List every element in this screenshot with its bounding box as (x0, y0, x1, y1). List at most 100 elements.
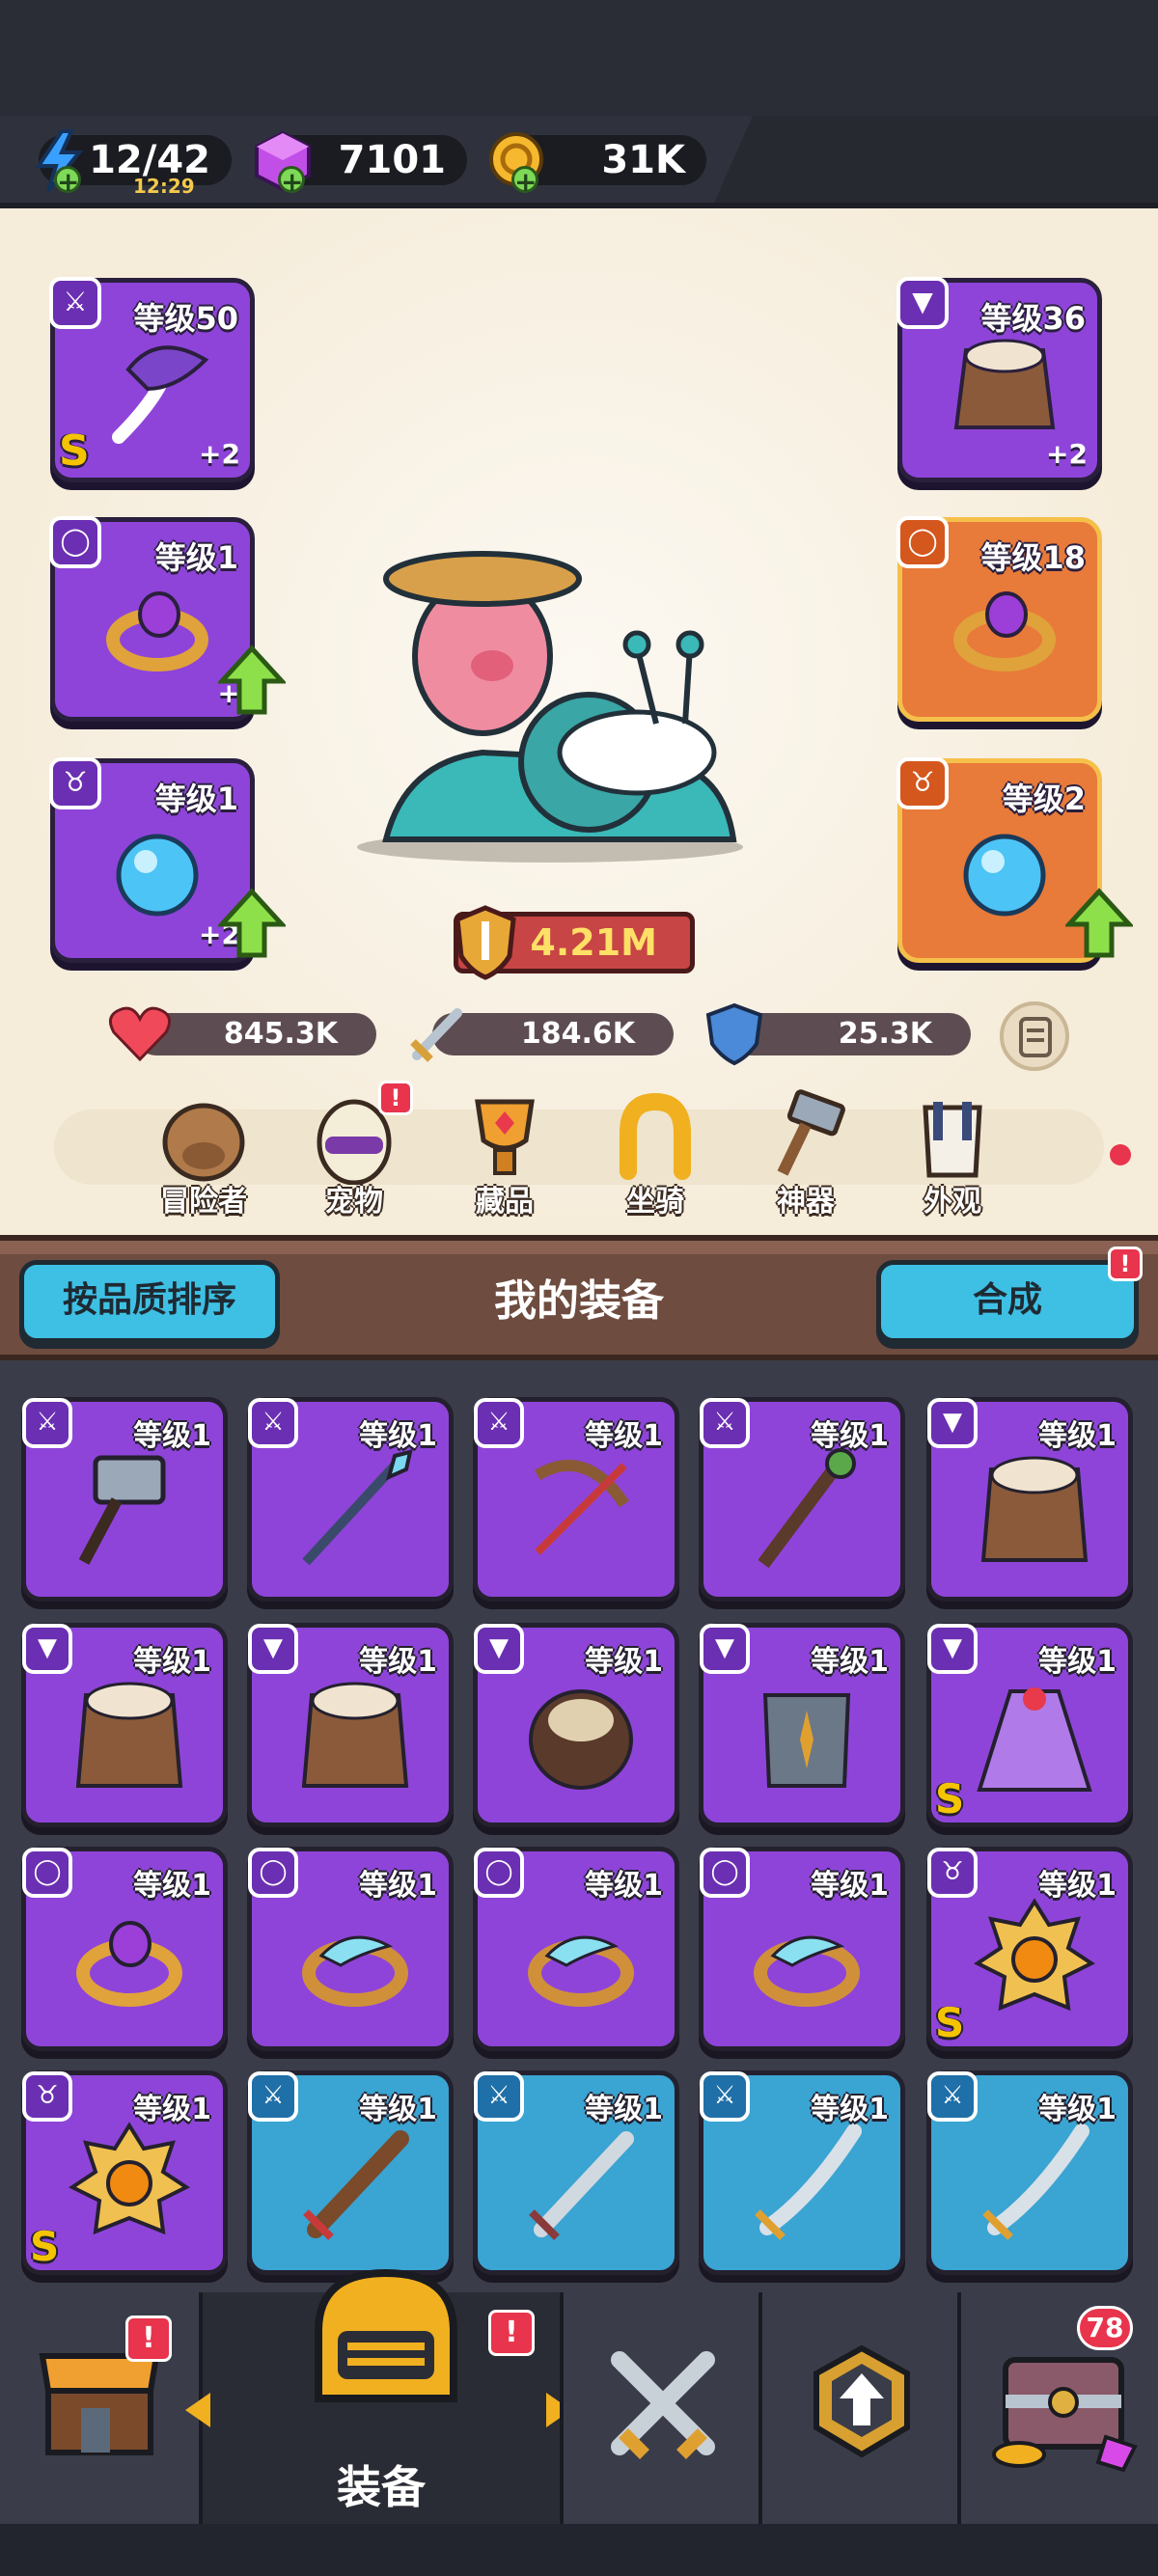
inventory-item-leather-vest[interactable]: ▼ 等级1 (926, 1397, 1133, 1602)
inventory-item-sun-amulet[interactable]: ♉ 等级1 S (926, 1847, 1133, 2051)
bottom-tab-bar: ! ! (0, 2268, 1158, 2524)
nav-appearance[interactable]: 外观 (890, 1088, 1015, 1223)
inventory-item-wood-sword[interactable]: ⚔ 等级1 (247, 2070, 454, 2275)
scimitar-icon (755, 2124, 862, 2240)
item-level: 等级1 (811, 1419, 889, 1453)
item-level: 等级1 (133, 1419, 211, 1453)
inventory-item-sun-amulet[interactable]: ♉ 等级1 S (21, 2070, 228, 2275)
inventory-item-wing-ring[interactable]: ◯ 等级1 (247, 1847, 454, 2051)
nav-adventurer[interactable]: 冒险者 (141, 1088, 266, 1223)
equipped-weapon-slot[interactable]: ⚔ 等级50 +2 S (49, 277, 255, 482)
sort-by-quality-button[interactable]: 按品质排序 (19, 1260, 280, 1343)
tab-upgrade[interactable] (758, 2292, 957, 2524)
item-level: 等级1 (359, 2093, 437, 2126)
inventory-item-gem-ring[interactable]: ◯ 等级1 (21, 1847, 228, 2051)
scroll-indicator-dot (1110, 1144, 1131, 1165)
tab-battle[interactable] (560, 2292, 758, 2524)
sword-shield-icon (455, 905, 516, 980)
weapon-type-badge: ⚔ (248, 1398, 298, 1448)
inventory-item-wing-ring[interactable]: ◯ 等级1 (699, 1847, 905, 2051)
upgrade-arrow-icon[interactable] (218, 644, 286, 716)
energy-plus-icon[interactable]: + (54, 166, 81, 196)
weapon-type-badge: ⚔ (474, 2071, 524, 2122)
inventory-item-fur-armor[interactable]: ▼ 等级1 (473, 1623, 679, 1827)
merge-alert-badge: ! (1108, 1247, 1143, 1281)
inventory-item-steel-sword[interactable]: ⚔ 等级1 (473, 2070, 679, 2275)
inventory-item-hammer[interactable]: ⚔ 等级1 (21, 1397, 228, 1602)
sun-amulet-icon (69, 2122, 190, 2235)
item-level: 等级1 (359, 1419, 437, 1453)
sun-amulet-icon (974, 1898, 1095, 2012)
equipped-ring-slot-right[interactable]: ◯ 等级18 (896, 516, 1102, 722)
shop-alert-badge: ! (125, 2316, 172, 2362)
coin-value: 31K (601, 138, 685, 182)
upgrade-arrow-icon[interactable] (218, 888, 286, 959)
nav-mount[interactable]: 坐骑 (593, 1088, 718, 1223)
weapon-type-badge: ⚔ (248, 2071, 298, 2122)
capybara-icon (162, 1103, 245, 1182)
weapon-type-badge: ⚔ (927, 2071, 978, 2122)
item-level: 等级1 (585, 2093, 663, 2126)
crystal-orb-icon (116, 834, 199, 917)
inventory-item-bow[interactable]: ⚔ 等级1 (473, 1397, 679, 1602)
inventory-item-scimitar[interactable]: ⚔ 等级1 (699, 2070, 905, 2275)
stats-detail-button[interactable] (1000, 1001, 1069, 1071)
coin-plus-icon[interactable]: + (511, 166, 538, 196)
nav-adventurer-label: 冒险者 (160, 1185, 247, 1219)
tab-shop[interactable]: ! (0, 2292, 199, 2524)
energy-timer: 12:29 (133, 175, 195, 198)
leather-vest-icon (75, 1682, 183, 1788)
system-nav-area (0, 2524, 1158, 2576)
item-level: 等级1 (1038, 2093, 1117, 2126)
inventory-item-cape[interactable]: ▼ 等级1 S (926, 1623, 1133, 1827)
treasure-chest-icon (992, 2357, 1138, 2473)
gem-plus-icon[interactable]: + (278, 166, 305, 196)
necklace-type-badge: ♉ (22, 2071, 72, 2122)
item-grade: S (935, 1999, 965, 2046)
chevron-left-icon (185, 2393, 210, 2427)
inventory-item-wing-ring[interactable]: ◯ 等级1 (473, 1847, 679, 2051)
upgrade-arrow-icon[interactable] (1065, 888, 1133, 959)
necklace-right-level: 等级2 (1002, 781, 1086, 817)
nav-appearance-label: 外观 (924, 1185, 981, 1219)
item-level: 等级1 (585, 1419, 663, 1453)
item-level: 等级1 (133, 1869, 211, 1903)
item-level: 等级1 (1038, 1869, 1117, 1903)
scimitar-icon (982, 2124, 1089, 2240)
nav-mount-label: 坐骑 (626, 1185, 684, 1219)
ring-type-badge: ◯ (22, 1848, 72, 1898)
armor-slot-badge: ▼ (896, 277, 949, 329)
item-level: 等级1 (359, 1645, 437, 1679)
resource-bar: 12/42 12:29 + 7101 + 31K + (0, 116, 1158, 208)
equipment-header-bar: 按品质排序 我的装备 合成 ! (0, 1235, 1158, 1360)
ring-type-badge: ◯ (474, 1848, 524, 1898)
item-grade: S (30, 2223, 60, 2270)
ring-right-level: 等级18 (980, 539, 1086, 576)
crystal-orb-icon (963, 834, 1046, 917)
inventory-item-leather-vest[interactable]: ▼ 等级1 (247, 1623, 454, 1827)
inventory-item-plate-armor[interactable]: ▼ 等级1 (699, 1623, 905, 1827)
item-level: 等级1 (1038, 1419, 1117, 1453)
ring-slot-badge: ◯ (49, 516, 101, 568)
inventory-item-leather-vest[interactable]: ▼ 等级1 (21, 1623, 228, 1827)
armor-type-badge: ▼ (248, 1624, 298, 1674)
ring-slot-badge: ◯ (896, 516, 949, 568)
armor-type-badge: ▼ (927, 1624, 978, 1674)
sword-icon (410, 1008, 462, 1062)
app-root: { "resources": { "energy": {"value": "12… (0, 0, 1158, 2576)
wood-sword-icon (303, 2130, 409, 2240)
nav-collection[interactable]: 藏品 (442, 1088, 567, 1223)
item-level: 等级1 (585, 1645, 663, 1679)
inventory-item-scimitar[interactable]: ⚔ 等级1 (926, 2070, 1133, 2275)
resource-bar-slant (714, 116, 1158, 203)
merge-button[interactable]: 合成 (876, 1260, 1139, 1343)
nav-artifact[interactable]: 神器 (743, 1088, 868, 1223)
inventory-item-spear[interactable]: ⚔ 等级1 (247, 1397, 454, 1602)
hammer-icon (777, 1089, 845, 1176)
inventory-item-staff[interactable]: ⚔ 等级1 (699, 1397, 905, 1602)
crossed-swords-icon (611, 2351, 715, 2459)
equipped-armor-slot[interactable]: ▼ 等级36 +2 (896, 277, 1102, 482)
hammer-icon (78, 1455, 166, 1565)
horseshoe-icon (620, 1092, 691, 1180)
wing-ring-icon (754, 1935, 860, 2007)
